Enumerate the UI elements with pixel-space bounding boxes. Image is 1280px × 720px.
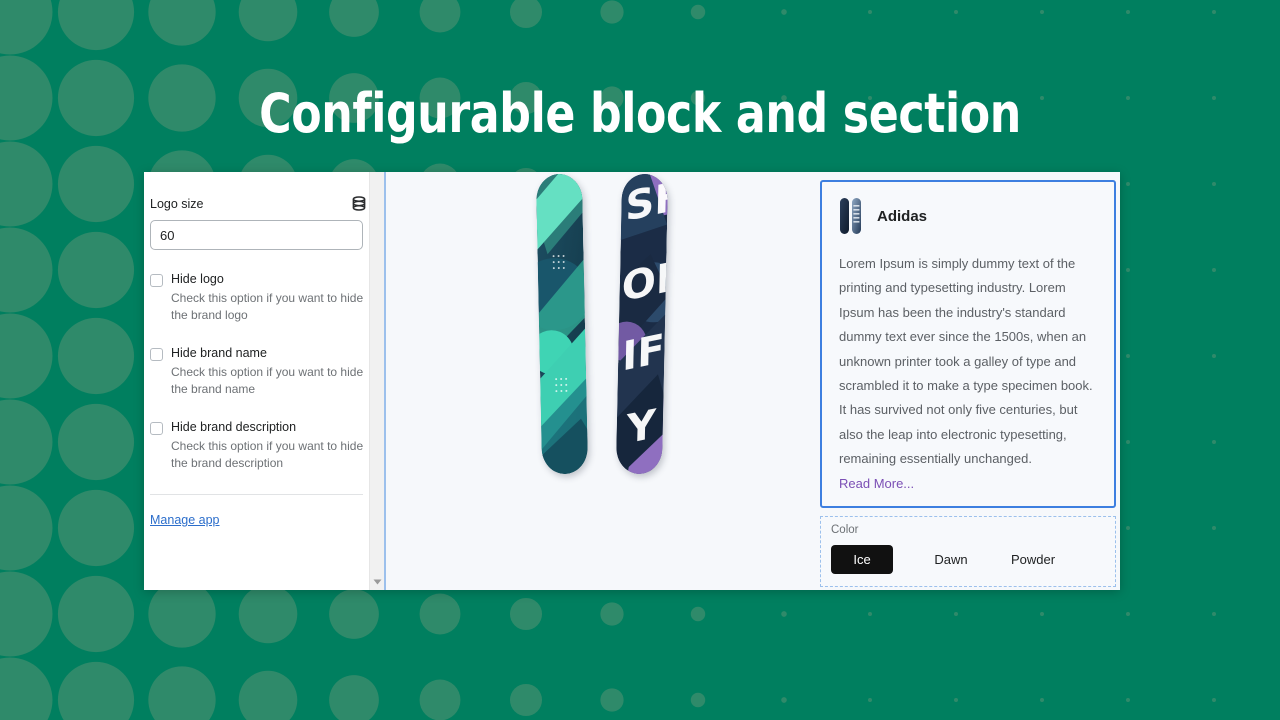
option-hide-brand-description: Hide brand description Check this option… (150, 420, 368, 472)
hide-brand-description-label: Hide brand description (171, 420, 297, 434)
color-section[interactable]: Color Ice Dawn Powder (820, 516, 1116, 588)
brand-block-card[interactable]: Adidas Lorem Ipsum is simply dummy text … (820, 180, 1116, 509)
scroll-down-arrow-icon[interactable] (372, 576, 383, 587)
brand-logo-icon (839, 196, 865, 236)
settings-sidebar: Logo size 60 Hide logo Check this option… (144, 172, 384, 590)
sidebar-divider (150, 494, 363, 495)
preview-right-rail: Adidas Lorem Ipsum is simply dummy text … (820, 172, 1120, 590)
snowboard-navy-shopify: SH OP IF Y (615, 173, 669, 475)
hide-brand-name-label: Hide brand name (171, 346, 267, 360)
color-section-label: Color (831, 524, 859, 537)
color-swatch-list: Ice Dawn Powder (831, 545, 1105, 575)
hide-brand-name-row[interactable]: Hide brand name (150, 346, 368, 361)
color-swatch-dawn[interactable]: Dawn (920, 545, 982, 574)
hide-brand-description-row[interactable]: Hide brand description (150, 420, 368, 435)
product-image-stage: SH OP IF Y (386, 172, 820, 590)
page-root: Configurable block and section Logo size (0, 0, 1280, 720)
app-window: Logo size 60 Hide logo Check this option… (144, 172, 1120, 590)
database-stack-icon (352, 196, 366, 212)
read-more-link[interactable]: Read More... (839, 472, 1097, 496)
sidebar-scrollbar[interactable] (369, 172, 384, 590)
logo-size-field-header: Logo size (150, 196, 368, 212)
brand-header: Adidas (839, 196, 1097, 236)
hide-brand-description-checkbox[interactable] (150, 422, 163, 435)
snowboard-pair-image: SH OP IF Y (528, 173, 678, 484)
option-hide-logo: Hide logo Check this option if you want … (150, 272, 368, 324)
hide-brand-description-help: Check this option if you want to hide th… (171, 439, 364, 470)
option-hide-brand-name: Hide brand name Check this option if you… (150, 346, 368, 398)
hide-brand-name-checkbox[interactable] (150, 348, 163, 361)
page-title: Configurable block and section (259, 82, 1021, 145)
hide-logo-checkbox[interactable] (150, 274, 163, 287)
logo-size-input[interactable]: 60 (150, 220, 363, 250)
brand-description: Lorem Ipsum is simply dummy text of the … (839, 256, 1093, 467)
brand-name: Adidas (877, 207, 928, 225)
snowboard-teal (535, 173, 589, 475)
hide-brand-name-help: Check this option if you want to hide th… (171, 365, 364, 396)
color-swatch-ice[interactable]: Ice (831, 545, 893, 575)
manage-app-link[interactable]: Manage app (150, 513, 220, 527)
logo-size-label: Logo size (150, 197, 204, 211)
svg-text:Y: Y (625, 400, 657, 454)
theme-preview-area: SH OP IF Y Adidas Lorem Ipsum is simply … (384, 172, 1120, 590)
hide-logo-label: Hide logo (171, 272, 224, 286)
svg-text:IF: IF (622, 324, 665, 380)
color-swatch-powder[interactable]: Powder (1002, 545, 1064, 574)
svg-text:SH: SH (625, 174, 668, 231)
hide-logo-row[interactable]: Hide logo (150, 272, 368, 287)
hide-logo-help: Check this option if you want to hide th… (171, 291, 364, 322)
